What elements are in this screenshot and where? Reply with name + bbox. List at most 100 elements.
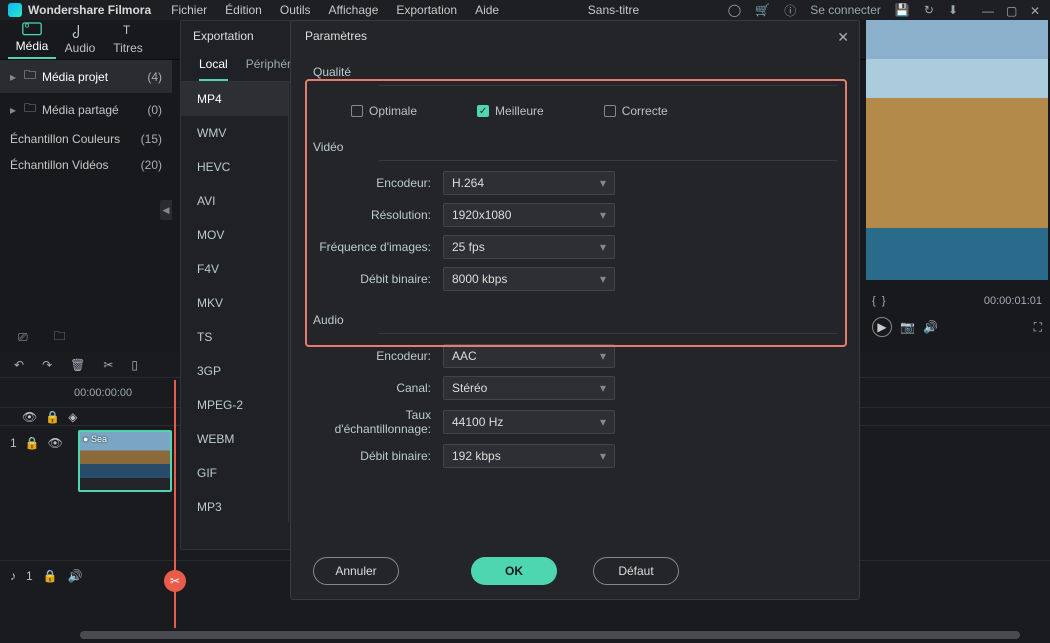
bitrate-label: Débit binaire: bbox=[313, 272, 443, 286]
format-item-f4v[interactable]: F4V bbox=[181, 252, 288, 286]
format-item-ts[interactable]: TS bbox=[181, 320, 288, 354]
select-value: 8000 kbps bbox=[452, 272, 507, 286]
panel-collapse-handle[interactable]: ◀ bbox=[160, 200, 172, 220]
info-icon[interactable]: ⓘ bbox=[784, 2, 796, 19]
left-item-label: Média projet bbox=[42, 70, 108, 84]
chevron-right-icon: ▸ bbox=[10, 70, 20, 84]
playhead-cut-button[interactable]: ✂ bbox=[164, 570, 186, 592]
left-item-sample-colors[interactable]: Échantillon Couleurs (15) bbox=[0, 126, 172, 152]
divider bbox=[379, 333, 837, 334]
format-item-gif[interactable]: GIF bbox=[181, 456, 288, 490]
window-maximize-icon[interactable]: ▢ bbox=[1006, 4, 1018, 16]
screen-record-icon[interactable]: ⎚ bbox=[18, 330, 28, 345]
audio-bitrate-select[interactable]: 192 kbps▾ bbox=[443, 444, 615, 468]
cart-icon[interactable]: 🛒 bbox=[755, 3, 770, 17]
quality-correcte-checkbox[interactable]: Correcte bbox=[604, 104, 668, 118]
format-item-mpeg2[interactable]: MPEG-2 bbox=[181, 388, 288, 422]
play-button[interactable]: ▶ bbox=[872, 317, 892, 337]
menu-affichage[interactable]: Affichage bbox=[329, 3, 379, 17]
tab-media-label: Média bbox=[8, 39, 56, 53]
sign-in-link[interactable]: Se connecter bbox=[810, 3, 881, 17]
chevron-down-icon: ▾ bbox=[600, 176, 606, 190]
timeline-playhead[interactable]: ✂ bbox=[174, 380, 176, 628]
left-item-count: (20) bbox=[141, 158, 162, 172]
format-item-mov[interactable]: MOV bbox=[181, 218, 288, 252]
clip-record-icon: ● bbox=[83, 434, 88, 444]
volume-icon[interactable]: 🔊 bbox=[923, 320, 938, 334]
export-tab-local[interactable]: Local bbox=[199, 57, 228, 81]
add-folder-icon[interactable]: 🗀 bbox=[54, 327, 66, 348]
fullscreen-icon[interactable]: ⛶ bbox=[1034, 320, 1042, 335]
track-mute-icon[interactable]: 🔊 bbox=[68, 569, 83, 583]
folder-icon: 🗀 bbox=[24, 66, 36, 87]
lock-icon[interactable]: 🔒 bbox=[45, 410, 60, 424]
track-visible-icon[interactable]: 👁 bbox=[48, 436, 63, 450]
tab-audio[interactable]: Audio bbox=[56, 22, 104, 59]
video-track-head: 1 🔒 👁 bbox=[0, 426, 72, 460]
menu-exportation[interactable]: Exportation bbox=[396, 3, 457, 17]
select-value: 44100 Hz bbox=[452, 415, 503, 429]
samplerate-select[interactable]: 44100 Hz▾ bbox=[443, 410, 615, 434]
folder-icon: 🗀 bbox=[24, 99, 36, 120]
default-button[interactable]: Défaut bbox=[593, 557, 679, 585]
format-item-wmv[interactable]: WMV bbox=[181, 116, 288, 150]
menu-aide[interactable]: Aide bbox=[475, 3, 499, 17]
svg-text:T: T bbox=[123, 24, 130, 37]
format-item-hevc[interactable]: HEVC bbox=[181, 150, 288, 184]
resolution-label: Résolution: bbox=[313, 208, 443, 222]
ruler-tc-0: 00:00:00:00 bbox=[74, 387, 132, 399]
timeline-scrollbar[interactable] bbox=[80, 631, 1020, 639]
encoder-select[interactable]: H.264▾ bbox=[443, 171, 615, 195]
mark-out-icon[interactable]: } bbox=[882, 295, 886, 307]
menu-fichier[interactable]: Fichier bbox=[171, 3, 207, 17]
tab-audio-label: Audio bbox=[56, 41, 104, 55]
window-minimize-icon[interactable]: — bbox=[982, 4, 994, 16]
save-icon[interactable]: 💾 bbox=[895, 3, 910, 17]
marker-icon[interactable]: ◈ bbox=[68, 410, 77, 424]
format-item-avi[interactable]: AVI bbox=[181, 184, 288, 218]
delete-icon[interactable]: 🗑 bbox=[70, 358, 85, 372]
resolution-select[interactable]: 1920x1080▾ bbox=[443, 203, 615, 227]
eye-icon[interactable]: 👁 bbox=[22, 410, 37, 424]
format-item-3gp[interactable]: 3GP bbox=[181, 354, 288, 388]
audio-encoder-select[interactable]: AAC▾ bbox=[443, 344, 615, 368]
track-lock-icon[interactable]: 🔒 bbox=[25, 436, 40, 450]
chevron-down-icon: ▾ bbox=[600, 349, 606, 363]
channel-select[interactable]: Stéréo▾ bbox=[443, 376, 615, 400]
download-icon[interactable]: ⬇ bbox=[948, 3, 958, 17]
ok-button[interactable]: OK bbox=[471, 557, 557, 585]
menu-edition[interactable]: Édition bbox=[225, 3, 262, 17]
left-item-sample-videos[interactable]: Échantillon Vidéos (20) bbox=[0, 152, 172, 178]
checkbox-checked-icon bbox=[477, 105, 489, 117]
timeline-clip[interactable]: ● Sea bbox=[78, 430, 172, 492]
fps-select[interactable]: 25 fps▾ bbox=[443, 235, 615, 259]
window-close-icon[interactable]: ✕ bbox=[1030, 4, 1042, 16]
format-item-mp3[interactable]: MP3 bbox=[181, 490, 288, 522]
quality-meilleure-checkbox[interactable]: Meilleure bbox=[477, 104, 544, 118]
copy-icon[interactable]: ▯ bbox=[131, 358, 138, 372]
left-item-media-shared[interactable]: ▸ 🗀 Média partagé (0) bbox=[0, 93, 172, 126]
mark-in-icon[interactable]: { bbox=[872, 295, 876, 307]
undo-icon[interactable]: ↶ bbox=[14, 358, 24, 372]
quality-optimale-checkbox[interactable]: Optimale bbox=[351, 104, 417, 118]
encoder-label: Encodeur: bbox=[313, 176, 443, 190]
tab-media[interactable]: Média bbox=[8, 20, 56, 59]
cut-icon[interactable]: ✂ bbox=[103, 358, 113, 372]
format-item-mp4[interactable]: MP4 bbox=[181, 82, 288, 116]
format-item-webm[interactable]: WEBM bbox=[181, 422, 288, 456]
snapshot-icon[interactable]: 📷 bbox=[900, 320, 915, 334]
tab-titres[interactable]: T Titres bbox=[104, 22, 152, 59]
parameters-dialog-close-icon[interactable]: ✕ bbox=[837, 29, 849, 46]
bitrate-select[interactable]: 8000 kbps▾ bbox=[443, 267, 615, 291]
channel-label: Canal: bbox=[313, 381, 443, 395]
left-item-label: Média partagé bbox=[42, 103, 119, 117]
format-item-mkv[interactable]: MKV bbox=[181, 286, 288, 320]
redo-icon[interactable]: ↷ bbox=[42, 358, 52, 372]
menu-outils[interactable]: Outils bbox=[280, 3, 311, 17]
track-lock-icon[interactable]: 🔒 bbox=[43, 569, 58, 583]
preview-video[interactable] bbox=[866, 20, 1048, 280]
notify-icon[interactable]: ◯ bbox=[728, 3, 741, 17]
refresh-icon[interactable]: ↻ bbox=[924, 3, 934, 17]
chevron-left-icon: ◀ bbox=[163, 205, 170, 216]
left-item-media-project[interactable]: ▸ 🗀 Média projet (4) bbox=[0, 60, 172, 93]
